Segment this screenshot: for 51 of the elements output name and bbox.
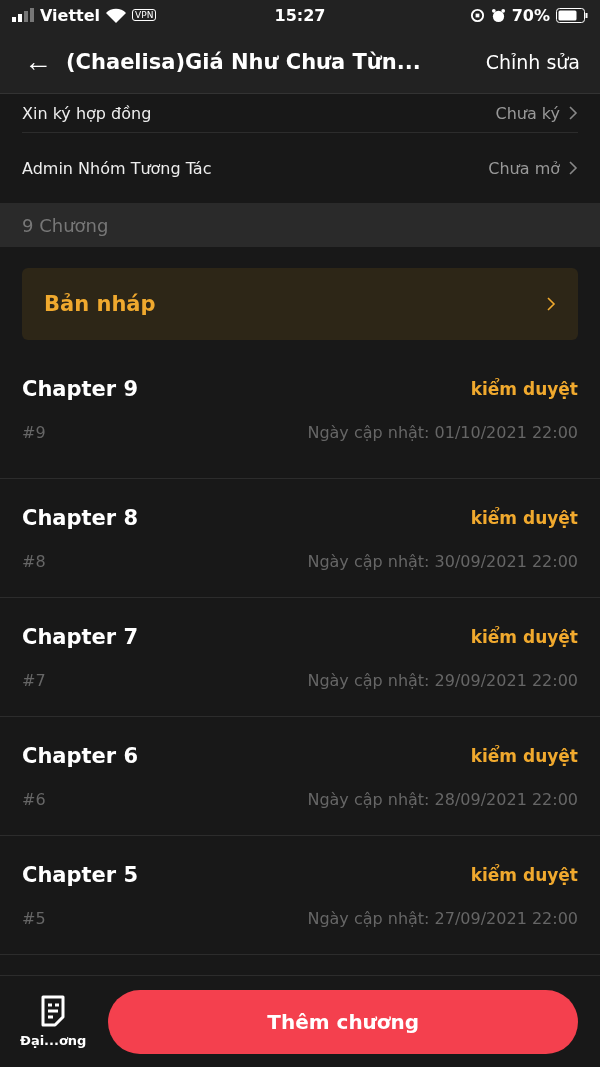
chapter-row[interactable]: Chapter 7 kiểm duyệt #7 Ngày cập nhật: 29/09/2021 22:00 [0, 598, 600, 717]
carrier-name: Viettel [40, 5, 101, 25]
alarm-icon [490, 7, 506, 23]
chapter-row[interactable]: Chapter 9 kiểm duyệt #9 Ngày cập nhật: 01/10/2021 22:00 [0, 340, 600, 479]
rotation-lock-icon [469, 7, 485, 23]
chapter-number: #9 [22, 422, 46, 442]
chevron-icon [568, 105, 578, 121]
chapter-status: kiểm duyệt [470, 745, 578, 766]
back-button[interactable]: ← [20, 45, 56, 78]
chevron-icon [546, 296, 556, 312]
update-date: Ngày cập nhật: 29/09/2021 22:00 [307, 670, 578, 690]
chevron-icon [568, 160, 578, 176]
chapter-title: Chapter 5 [22, 862, 139, 887]
update-date: Ngày cập nhật: 27/09/2021 22:00 [307, 908, 578, 928]
chapter-title: Chapter 7 [22, 624, 139, 649]
settings-label: Admin Nhóm Tương Tác [22, 158, 212, 178]
settings-value: Chưa mở [488, 158, 560, 178]
settings-value: Chưa ký [495, 103, 560, 123]
edit-button[interactable]: Chỉnh sửa [485, 50, 580, 73]
page-title: (Chaelisa)Giá Như Chưa Từn... [66, 49, 422, 74]
add-chapter-button[interactable]: Thêm chương [108, 989, 578, 1054]
wifi-icon [106, 7, 127, 23]
section-header: 9 Chương [0, 203, 600, 247]
chapter-title: Chapter 8 [22, 505, 139, 530]
chapter-number: #5 [22, 908, 46, 928]
drafts-button[interactable]: Bản nháp [22, 268, 578, 340]
chapter-row[interactable]: Chapter 5 kiểm duyệt #5 Ngày cập nhật: 27/09/2021 22:00 [0, 836, 600, 955]
chapter-status: kiểm duyệt [470, 378, 578, 399]
signal-icon [12, 8, 34, 22]
vpn-badge: VPN [132, 9, 157, 21]
chapter-status: kiểm duyệt [470, 507, 578, 528]
chapter-number: #8 [22, 551, 46, 571]
update-date: Ngày cập nhật: 01/10/2021 22:00 [307, 422, 578, 442]
settings-row[interactable]: Admin Nhóm Tương Tác Chưa mở [22, 133, 578, 203]
chapter-number: #7 [22, 670, 46, 690]
update-date: Ngày cập nhật: 28/09/2021 22:00 [307, 789, 578, 809]
document-icon [39, 995, 68, 1027]
chapter-status: kiểm duyệt [470, 864, 578, 885]
chapter-row[interactable]: Chapter 6 kiểm duyệt #6 Ngày cập nhật: 28/09/2021 22:00 [0, 717, 600, 836]
chapter-number: #6 [22, 789, 46, 809]
battery-percent: 70% [511, 5, 550, 25]
update-date: Ngày cập nhật: 30/09/2021 22:00 [307, 551, 578, 571]
chapter-status: kiểm duyệt [470, 626, 578, 647]
chapter-title: Chapter 9 [22, 376, 139, 401]
settings-label: Xin ký hợp đồng [22, 103, 152, 123]
clock-time: 15:27 [274, 5, 326, 25]
outline-button[interactable]: Đại...ơng [20, 995, 87, 1048]
chapter-title: Chapter 6 [22, 743, 139, 768]
settings-row[interactable]: Xin ký hợp đồng Chưa ký [22, 94, 578, 133]
chapter-row[interactable]: Chapter 8 kiểm duyệt #8 Ngày cập nhật: 30/09/2021 22:00 [0, 479, 600, 598]
battery-icon [556, 7, 588, 23]
